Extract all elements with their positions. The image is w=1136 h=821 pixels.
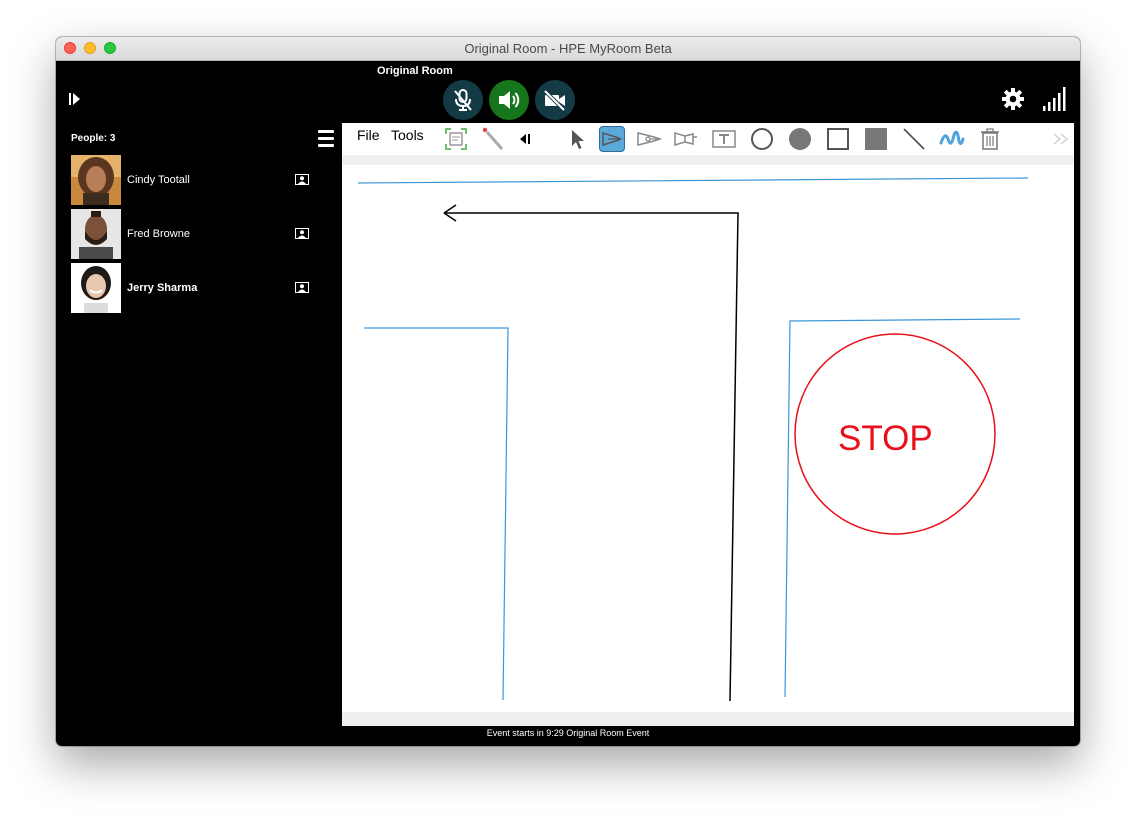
avatar	[71, 263, 121, 313]
close-window-button[interactable]	[64, 42, 76, 54]
window-title: Original Room - HPE MyRoom Beta	[464, 41, 672, 56]
avatar	[71, 155, 121, 205]
settings-gear-icon[interactable]	[1001, 87, 1025, 111]
participant-row[interactable]: Cindy Tootall	[71, 155, 321, 205]
zoom-window-button[interactable]	[104, 42, 116, 54]
hamburger-menu-icon[interactable]	[318, 130, 334, 147]
participant-name: Jerry Sharma	[127, 282, 198, 294]
minimize-window-button[interactable]	[84, 42, 96, 54]
camera-off-icon	[543, 89, 566, 112]
blue-stroke-left	[364, 327, 509, 701]
speaker-button[interactable]	[489, 80, 529, 120]
whiteboard: File Tools STOP	[342, 123, 1074, 726]
participant-row[interactable]: Fred Browne	[71, 209, 321, 259]
status-bar: Event starts in 9:29 Original Room Event	[486, 728, 650, 738]
signal-strength-icon	[1043, 87, 1066, 111]
blue-stroke-right	[784, 318, 1021, 698]
title-bar: Original Room - HPE MyRoom Beta	[56, 37, 1080, 61]
participant-name: Fred Browne	[127, 228, 190, 240]
camera-button[interactable]	[535, 80, 575, 120]
room-name: Original Room	[377, 65, 453, 77]
video-tile-icon[interactable]	[295, 282, 309, 293]
mic-mute-button[interactable]	[443, 80, 483, 120]
app-window: Original Room - HPE MyRoom Beta Original…	[56, 37, 1080, 746]
video-tile-icon[interactable]	[295, 228, 309, 239]
people-count: People: 3	[71, 133, 116, 144]
stop-annotation: STOP	[838, 419, 933, 458]
sidebar-toggle-icon[interactable]	[68, 91, 82, 107]
black-arrow-stroke	[443, 204, 739, 702]
blue-stroke-top	[357, 177, 1029, 184]
participant-row[interactable]: Jerry Sharma	[71, 263, 321, 313]
avatar	[71, 209, 121, 259]
mic-muted-icon	[454, 89, 472, 111]
drawing-canvas[interactable]: STOP	[342, 123, 1074, 726]
participant-name: Cindy Tootall	[127, 174, 190, 186]
video-tile-icon[interactable]	[295, 174, 309, 185]
speaker-icon	[499, 91, 520, 109]
